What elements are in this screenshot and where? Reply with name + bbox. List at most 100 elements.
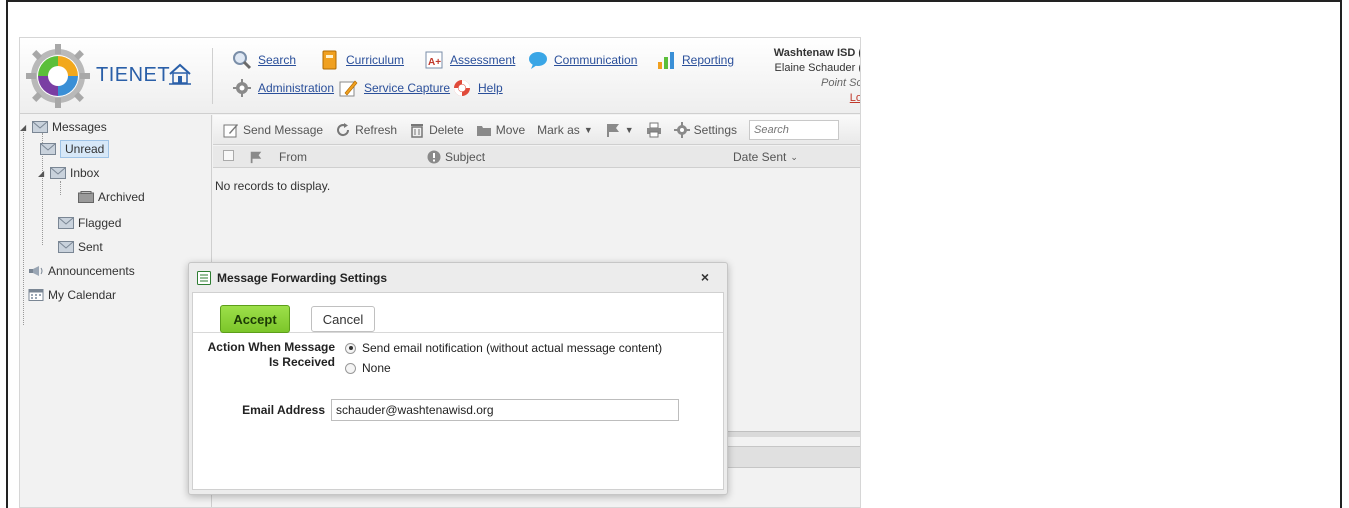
column-from[interactable]: From	[279, 150, 307, 164]
label-line: Action When Message	[207, 340, 335, 354]
nav-curriculum-link[interactable]: Curriculum	[346, 53, 404, 67]
tree-label: Messages	[52, 120, 107, 134]
gear-icon	[233, 79, 251, 97]
delete-button[interactable]: Delete	[409, 122, 464, 138]
compose-icon	[223, 123, 238, 137]
column-subject[interactable]: Subject	[427, 150, 485, 164]
speech-bubble-icon	[529, 52, 547, 69]
tree-label: Flagged	[78, 216, 122, 230]
accept-button[interactable]: Accept	[220, 305, 290, 333]
home-icon[interactable]	[168, 62, 192, 86]
nav-search[interactable]: Search	[232, 50, 296, 70]
tienet-logo-icon[interactable]	[24, 42, 92, 110]
gear-icon	[673, 121, 690, 138]
flag-dropdown[interactable]: ▼	[605, 122, 634, 138]
user-name: Elaine Schauder (	[774, 62, 861, 74]
tree-label: Unread	[60, 140, 110, 158]
nav-communication[interactable]: Communication	[528, 50, 637, 70]
tree-item-unread[interactable]: Unread	[40, 139, 110, 159]
nav-help[interactable]: Help	[452, 78, 503, 98]
email-address-field[interactable]	[331, 399, 679, 421]
tree-item-inbox[interactable]: ◢ Inbox	[38, 163, 99, 183]
header-divider	[212, 48, 213, 104]
nav-service-capture-link[interactable]: Service Capture	[364, 81, 450, 95]
radio-button[interactable]	[345, 362, 356, 374]
sort-descending-icon: ⌄	[790, 151, 798, 162]
tree-item-archived[interactable]: Archived	[78, 187, 145, 207]
radio-button-selected[interactable]	[345, 342, 356, 354]
nav-administration-link[interactable]: Administration	[258, 81, 334, 95]
close-icon[interactable]: ×	[701, 269, 709, 285]
tree-item-my-calendar[interactable]: My Calendar	[28, 285, 116, 305]
message-grid-header: From Subject Date Sent ⌄	[213, 146, 860, 168]
refresh-button[interactable]: Refresh	[335, 122, 397, 138]
dialog-body: Accept Cancel Action When Message Is Rec…	[192, 292, 724, 490]
nav-curriculum[interactable]: Curriculum	[320, 50, 404, 70]
tree-item-flagged[interactable]: Flagged	[58, 213, 121, 233]
school-name: Point Sc	[821, 77, 861, 89]
tree-label: Announcements	[48, 264, 135, 278]
option-send-email-notification[interactable]: Send email notification (without actual …	[345, 341, 662, 355]
assessment-grade-icon: A+	[425, 51, 443, 69]
brand-name: TIENET	[96, 64, 171, 86]
checkbox-icon[interactable]	[223, 150, 234, 161]
option-none[interactable]: None	[345, 361, 391, 375]
mark-as-label: Mark as	[537, 122, 580, 137]
nav-communication-link[interactable]: Communication	[554, 53, 637, 67]
nav-reporting[interactable]: Reporting	[656, 50, 734, 70]
select-all-checkbox[interactable]	[223, 150, 234, 161]
envelope-icon	[32, 121, 48, 133]
nav-help-link[interactable]: Help	[478, 81, 503, 95]
nav-service-capture[interactable]: Service Capture	[338, 78, 450, 98]
empty-grid-message: No records to display.	[215, 179, 331, 193]
help-lifebuoy-icon	[454, 80, 470, 96]
refresh-icon	[337, 122, 350, 136]
nav-administration[interactable]: Administration	[232, 78, 334, 98]
send-message-button[interactable]: Send Message	[223, 122, 323, 138]
move-label: Move	[495, 122, 526, 137]
option-label: Send email notification (without actual …	[362, 341, 663, 355]
tree-item-sent[interactable]: Sent	[58, 237, 103, 257]
folder-move-icon	[476, 125, 491, 136]
print-button[interactable]	[646, 122, 662, 138]
printer-icon	[646, 122, 661, 137]
search-icon	[233, 51, 252, 70]
option-label: None	[362, 361, 391, 375]
message-search-input[interactable]	[749, 119, 840, 140]
dialog-title-bar[interactable]: Message Forwarding Settings	[189, 263, 727, 292]
send-message-label: Send Message	[243, 122, 324, 137]
tree-item-messages[interactable]: ◢ Messages	[20, 117, 107, 137]
email-address-label: Email Address	[242, 403, 325, 417]
envelope-icon	[58, 217, 74, 229]
column-from-label: From	[279, 150, 307, 164]
dialog-action-bar: Accept Cancel	[193, 293, 723, 333]
tree-item-announcements[interactable]: Announcements	[28, 261, 135, 281]
envelope-icon	[40, 143, 56, 155]
envelope-icon	[50, 167, 66, 179]
message-folder-tree: ◢ Messages Unread ◢ Inbox Archived Flagg…	[20, 115, 212, 507]
nav-reporting-link[interactable]: Reporting	[682, 53, 734, 67]
tree-label: My Calendar	[48, 288, 117, 302]
nav-assessment[interactable]: A+ Assessment	[424, 50, 515, 70]
cancel-button[interactable]: Cancel	[311, 306, 375, 332]
settings-button[interactable]: Settings	[673, 121, 737, 138]
move-button[interactable]: Move	[476, 122, 525, 138]
svg-text:A+: A+	[428, 57, 441, 68]
collapse-arrow-icon[interactable]: ◢	[20, 123, 28, 132]
column-date-sent[interactable]: Date Sent ⌄	[733, 150, 798, 164]
tree-connector	[23, 129, 24, 325]
column-flag[interactable]	[249, 150, 263, 164]
mark-as-dropdown[interactable]: Mark as ▼	[537, 123, 593, 137]
chevron-down-icon: ▼	[583, 124, 593, 135]
collapse-arrow-icon[interactable]: ◢	[38, 169, 46, 178]
district-name: Washtenaw ISD (	[773, 47, 861, 59]
logout-link[interactable]: Lo	[774, 91, 860, 106]
nav-assessment-link[interactable]: Assessment	[450, 53, 515, 67]
column-date-sent-label: Date Sent	[733, 150, 787, 164]
nav-search-link[interactable]: Search	[258, 53, 296, 67]
tree-connector	[60, 181, 61, 195]
label-line: Is Received	[268, 355, 335, 369]
form-icon	[197, 270, 211, 285]
tree-label: Sent	[78, 240, 103, 254]
megaphone-icon	[29, 266, 43, 276]
